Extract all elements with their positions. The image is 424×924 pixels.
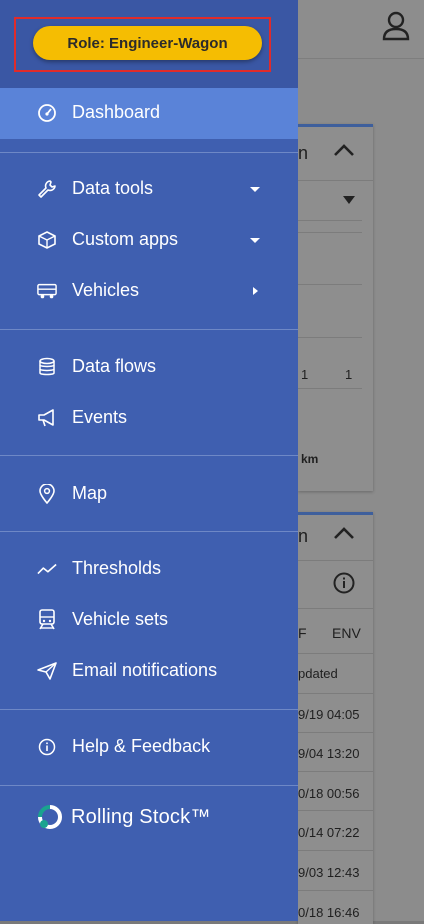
table-cell-timestamp: 9/04 13:20 — [298, 746, 360, 761]
column-header-env[interactable]: ENV — [332, 625, 361, 641]
divider — [298, 560, 373, 561]
updated-column-label: pdated — [298, 666, 338, 681]
nav-label: Map — [72, 483, 108, 503]
distance-unit: km — [301, 452, 319, 466]
nav-label: Data tools — [72, 178, 154, 198]
info-icon — [37, 737, 57, 757]
megaphone-icon — [37, 408, 57, 428]
wrench-icon — [37, 179, 57, 199]
column-header[interactable]: F — [298, 625, 307, 641]
dropdown-caret-icon[interactable] — [342, 195, 356, 205]
nav-item-data-flows[interactable]: Data flows — [0, 344, 298, 390]
divider — [298, 890, 373, 891]
divider — [298, 693, 373, 694]
nav-divider — [0, 329, 298, 330]
divider — [298, 810, 373, 811]
card1-value: 1 — [345, 367, 353, 382]
train-icon — [37, 609, 57, 630]
nav-item-help-feedback[interactable]: Help & Feedback — [0, 724, 298, 770]
trend-line-icon — [37, 559, 57, 579]
nav-item-map[interactable]: Map — [0, 471, 298, 517]
nav-divider — [0, 785, 298, 786]
brand-logo-row: Rolling Stock™ — [37, 800, 211, 834]
nav-item-email-notifications[interactable]: Email notifications — [0, 648, 298, 694]
table-cell-timestamp: 0/18 16:46 — [298, 905, 360, 920]
divider — [298, 284, 362, 285]
nav-item-data-tools[interactable]: Data tools — [0, 166, 298, 212]
divider — [298, 850, 373, 851]
divider — [298, 232, 362, 233]
card2-title-fragment: n — [298, 526, 309, 546]
divider — [298, 732, 373, 733]
nav-item-events[interactable]: Events — [0, 395, 298, 441]
brand-name: Rolling Stock™ — [71, 805, 211, 828]
divider — [298, 771, 373, 772]
nav-divider — [0, 152, 298, 153]
nav-divider — [0, 531, 298, 532]
chevron-up-icon[interactable] — [333, 143, 355, 157]
nav-item-dashboard[interactable]: Dashboard — [0, 88, 298, 139]
divider — [298, 388, 362, 389]
card1-value: 1 — [301, 367, 309, 382]
map-pin-icon — [37, 484, 57, 504]
bus-icon — [37, 281, 57, 301]
nav-label: Email notifications — [72, 660, 218, 680]
nav-item-vehicles[interactable]: Vehicles — [0, 268, 298, 314]
info-icon[interactable] — [333, 572, 355, 594]
divider — [298, 180, 373, 181]
table-cell-timestamp: 9/03 12:43 — [298, 865, 360, 880]
caret-down-icon — [250, 238, 260, 243]
nav-divider — [0, 455, 298, 456]
nav-label: Events — [72, 407, 128, 427]
table-cell-timestamp: 0/18 00:56 — [298, 786, 360, 801]
nav-label: Vehicles — [72, 280, 140, 300]
nav-label: Help & Feedback — [72, 736, 211, 756]
user-account-icon[interactable] — [382, 10, 410, 42]
nav-label: Custom apps — [72, 229, 179, 249]
divider — [298, 608, 373, 609]
nav-item-thresholds[interactable]: Thresholds — [0, 546, 298, 592]
caret-right-icon — [253, 287, 258, 295]
divider — [298, 220, 362, 221]
nav-item-vehicle-sets[interactable]: Vehicle sets — [0, 597, 298, 643]
nav-label: Vehicle sets — [72, 609, 169, 629]
nav-label: Data flows — [72, 356, 157, 376]
table-cell-timestamp: 0/14 07:22 — [298, 825, 360, 840]
nav-label: Thresholds — [72, 558, 162, 578]
table-cell-timestamp: 9/19 04:05 — [298, 707, 360, 722]
cube-icon — [37, 230, 57, 250]
nav-label: Dashboard — [72, 102, 161, 122]
divider — [298, 653, 373, 654]
chevron-up-icon[interactable] — [333, 526, 355, 540]
nav-item-custom-apps[interactable]: Custom apps — [0, 217, 298, 263]
paper-plane-icon — [37, 661, 57, 681]
nav-divider — [0, 709, 298, 710]
role-switch-button[interactable]: Role: Engineer-Wagon — [33, 26, 262, 60]
database-icon — [37, 357, 57, 377]
dashboard-gauge-icon — [37, 103, 57, 123]
divider — [298, 337, 362, 338]
card1-title-fragment: n — [298, 143, 309, 163]
navigation-drawer: Role: Engineer-Wagon Dashboard Data tool… — [0, 0, 298, 921]
caret-down-icon — [250, 187, 260, 192]
rolling-stock-logo-icon — [38, 805, 62, 829]
